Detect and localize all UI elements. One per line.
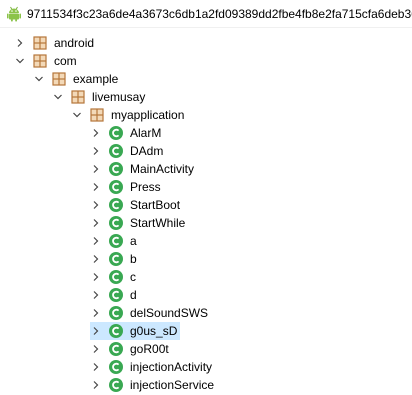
tree-node-dadm[interactable]: DAdm xyxy=(90,142,166,160)
tree-node-startwhile[interactable]: StartWhile xyxy=(90,214,188,232)
tree-node-label: g0us_sD xyxy=(130,324,178,338)
package-icon xyxy=(90,108,104,122)
tree-node-label: a xyxy=(130,234,137,248)
package-icon xyxy=(33,54,47,68)
class-icon xyxy=(109,180,123,194)
chevron-right-icon[interactable] xyxy=(90,379,102,391)
chevron-down-icon[interactable] xyxy=(52,91,64,103)
class-icon xyxy=(109,342,123,356)
tree-node-label: goR00t xyxy=(130,342,169,356)
tree-node-example[interactable]: example xyxy=(33,70,121,88)
package-icon xyxy=(52,72,66,86)
chevron-right-icon[interactable] xyxy=(90,181,102,193)
chevron-down-icon[interactable] xyxy=(14,55,26,67)
tree-node-label: AlarM xyxy=(130,126,162,140)
tree-node-label: example xyxy=(73,72,119,86)
chevron-right-icon[interactable] xyxy=(90,235,102,247)
class-icon xyxy=(109,252,123,266)
tree-node-label: com xyxy=(54,54,77,68)
tree-node-gor00t[interactable]: goR00t xyxy=(90,340,172,358)
chevron-right-icon[interactable] xyxy=(90,199,102,211)
class-icon xyxy=(109,324,123,338)
class-icon xyxy=(109,360,123,374)
class-icon xyxy=(109,378,123,392)
chevron-right-icon[interactable] xyxy=(90,163,102,175)
chevron-down-icon[interactable] xyxy=(33,73,45,85)
tree-node-label: livemusay xyxy=(92,90,146,104)
package-icon xyxy=(71,90,85,104)
tree-node-label: d xyxy=(130,288,137,302)
chevron-right-icon[interactable] xyxy=(90,361,102,373)
tree-node-label: myapplication xyxy=(111,108,185,122)
tree-node-d[interactable]: d xyxy=(90,286,140,304)
package-explorer-tree[interactable]: android com example livemusay myapplication A… xyxy=(0,34,412,395)
class-icon xyxy=(109,306,123,320)
chevron-right-icon[interactable] xyxy=(90,127,102,139)
chevron-right-icon[interactable] xyxy=(90,253,102,265)
chevron-right-icon[interactable] xyxy=(14,37,26,49)
tree-node-label: delSoundSWS xyxy=(130,306,209,320)
tree-node-label: injectionActivity xyxy=(130,360,213,374)
tree-node-press[interactable]: Press xyxy=(90,178,164,196)
tree-node-label: DAdm xyxy=(130,144,164,158)
chevron-right-icon[interactable] xyxy=(90,307,102,319)
tree-node-label: b xyxy=(130,252,137,266)
class-icon xyxy=(109,270,123,284)
tree-node-label: MainActivity xyxy=(130,162,195,176)
tree-node-label: Press xyxy=(130,180,161,194)
class-icon xyxy=(109,216,123,230)
class-icon xyxy=(109,288,123,302)
tree-node-c[interactable]: c xyxy=(90,268,139,286)
title-bar: 9711534f3c23a6de4a3673c6db1a2fd09389dd2f… xyxy=(0,0,412,28)
tree-node-label: StartBoot xyxy=(130,198,181,212)
class-icon xyxy=(109,162,123,176)
android-icon xyxy=(7,6,21,21)
tree-node-label: c xyxy=(130,270,136,284)
tree-node-g0us-sd[interactable]: g0us_sD xyxy=(90,322,181,340)
chevron-right-icon[interactable] xyxy=(90,343,102,355)
class-icon xyxy=(109,198,123,212)
chevron-right-icon[interactable] xyxy=(90,145,102,157)
tree-node-delsoundsws[interactable]: delSoundSWS xyxy=(90,304,211,322)
class-icon xyxy=(109,126,123,140)
chevron-right-icon[interactable] xyxy=(90,325,102,337)
tree-node-startboot[interactable]: StartBoot xyxy=(90,196,183,214)
tree-node-a[interactable]: a xyxy=(90,232,140,250)
tree-node-label: android xyxy=(54,36,95,50)
package-icon xyxy=(33,36,47,50)
tree-node-b[interactable]: b xyxy=(90,250,140,268)
tree-node-label: StartWhile xyxy=(130,216,186,230)
chevron-right-icon[interactable] xyxy=(90,217,102,229)
tree-node-livemusay[interactable]: livemusay xyxy=(52,88,148,106)
chevron-down-icon[interactable] xyxy=(71,109,83,121)
tree-node-android[interactable]: android xyxy=(14,34,97,52)
window-title: 9711534f3c23a6de4a3673c6db1a2fd09389dd2f… xyxy=(27,6,412,21)
chevron-right-icon[interactable] xyxy=(90,271,102,283)
tree-node-com[interactable]: com xyxy=(14,52,80,70)
class-icon xyxy=(109,144,123,158)
tree-node-label: injectionService xyxy=(130,378,215,392)
tree-node-mainactivity[interactable]: MainActivity xyxy=(90,160,197,178)
tree-node-alarm[interactable]: AlarM xyxy=(90,124,164,142)
tree-node-myapplication[interactable]: myapplication xyxy=(71,106,187,124)
tree-node-injectionservice[interactable]: injectionService xyxy=(90,376,217,394)
chevron-right-icon[interactable] xyxy=(90,289,102,301)
class-icon xyxy=(109,234,123,248)
tree-node-injectionactivity[interactable]: injectionActivity xyxy=(90,358,215,376)
